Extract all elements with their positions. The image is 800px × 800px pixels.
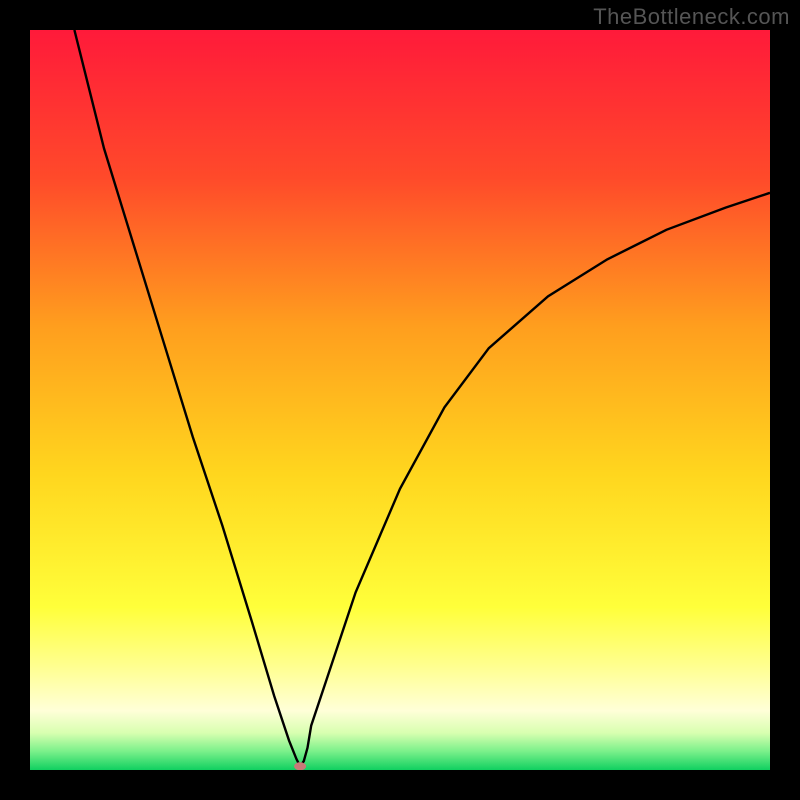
bottleneck-chart: [30, 30, 770, 770]
chart-container: TheBottleneck.com: [0, 0, 800, 800]
green-band: [30, 740, 770, 770]
watermark-label: TheBottleneck.com: [593, 4, 790, 30]
optimum-marker: [294, 762, 306, 770]
gradient-background: [30, 30, 770, 770]
plot-area: [30, 30, 770, 770]
